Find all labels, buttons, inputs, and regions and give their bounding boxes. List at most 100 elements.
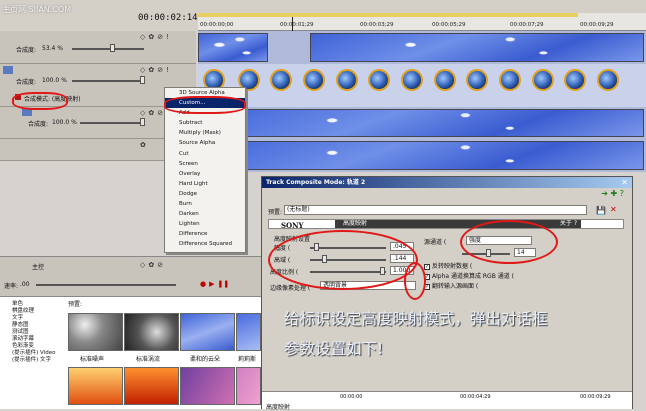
track-2-number (3, 66, 13, 74)
master-bus[interactable]: 主控 ◇ ✿ ⊘ 速率: .00 ● ▶ ❚❚ (0, 256, 261, 296)
fx-icon[interactable]: ✿ (148, 109, 154, 117)
preset-thumb-fire[interactable] (68, 367, 123, 405)
ruler-tick: 00:00:09;29 (580, 22, 614, 28)
menu-item-overlay[interactable]: Overlay (165, 169, 245, 179)
menu-item-screen[interactable]: Screen (165, 159, 245, 169)
generator-item[interactable]: (提示插件) 文字 (12, 357, 64, 364)
generator-item[interactable]: 单色 (12, 301, 64, 308)
video-clip[interactable] (198, 33, 268, 62)
solo-icon[interactable]: ! (166, 33, 169, 41)
preset-thumb-marble[interactable] (180, 367, 235, 405)
motion-icon[interactable]: ◇ (140, 33, 145, 41)
menu-item-lighten[interactable]: Lighten (165, 219, 245, 229)
record-icon[interactable]: ● (200, 280, 206, 288)
track-2-slider-knob[interactable] (140, 76, 145, 84)
fx-icon[interactable]: ✿ (148, 261, 154, 269)
motion-icon[interactable]: ◇ (140, 261, 145, 269)
menu-item-difference-squared[interactable]: Difference Squared (165, 239, 245, 249)
generator-item[interactable]: 静态图 (12, 322, 64, 329)
flip-checkbox-row[interactable]: ✓ 翻转输入源画面 ( (424, 281, 478, 290)
track-1-slider-knob[interactable] (110, 44, 115, 52)
menu-item-darken[interactable]: Darken (165, 209, 245, 219)
track-2-level-slider[interactable] (72, 80, 144, 82)
track-1-header[interactable]: ◇ ✿ ⊘! 合成度: 53.4 % (0, 31, 196, 64)
mute-icon[interactable]: ⊘ (157, 33, 163, 41)
keyframe-label: 高度映射 (266, 404, 291, 411)
delete-preset-icon[interactable]: ✕ (610, 205, 617, 214)
menu-item-burn[interactable]: Burn (165, 199, 245, 209)
track-1-lane[interactable] (198, 31, 646, 64)
track-3-level-value: 100.0 % (52, 119, 77, 126)
track-3-level-slider[interactable] (80, 122, 144, 124)
watermark: 主页网 SIIAN.COM (2, 5, 72, 14)
generator-list[interactable]: 单色 棋盘纹理 文字 静态图 测试图 滚动字幕 色彩渐变 (提示插件) Vide… (12, 301, 64, 364)
alpha-label: Alpha 通道换算成 RGB 通道 ( (432, 273, 514, 280)
highlight-composite-mode (12, 92, 68, 110)
preset-label: 预置: (268, 209, 283, 216)
save-preset-icon[interactable]: 💾 (596, 206, 606, 215)
speed-slider[interactable] (36, 284, 176, 286)
track-1-level-slider[interactable] (72, 48, 144, 50)
master-buttons[interactable]: ◇ ✿ ⊘ (140, 261, 163, 269)
preset-thumb-clouds[interactable] (180, 313, 235, 351)
menu-item-dodge[interactable]: Dodge (165, 189, 245, 199)
video-clip[interactable] (198, 141, 644, 170)
preset-thumb-flame[interactable] (124, 367, 179, 405)
preset-thumb-noise[interactable] (68, 313, 123, 351)
menu-item-hard-light[interactable]: Hard Light (165, 179, 245, 189)
invert-checkbox[interactable]: ✓ (424, 263, 430, 270)
track-composite-dialog[interactable]: Track Composite Mode: 轨道 2 ✕ ➔ ✚ ? 预置: (… (261, 176, 633, 411)
invert-checkbox-row[interactable]: ✓ 反转映射数据 ( (424, 261, 472, 270)
fx-icon[interactable]: ✿ (140, 141, 146, 149)
globe-thumbnail (499, 69, 521, 91)
generator-item[interactable]: (提示插件) Video (12, 350, 64, 357)
track-3-lane[interactable] (198, 107, 646, 139)
track-2-level-value: 100.0 % (42, 77, 67, 84)
keyframe-tick: 00:00:04:29 (460, 394, 491, 400)
keyframe-tick: 00:00:00 (340, 394, 363, 400)
motion-icon[interactable]: ◇ (140, 109, 145, 117)
preset-dropdown[interactable]: (无标题) (284, 205, 587, 215)
generator-item[interactable]: 文字 (12, 315, 64, 322)
preset-thumb-pink[interactable] (236, 367, 261, 405)
about-button[interactable]: 关于 ? (560, 220, 577, 228)
preset-thumb-partial[interactable] (236, 313, 261, 351)
fx-icon[interactable]: ✿ (148, 66, 154, 74)
play-icon[interactable]: ▶ (209, 280, 214, 288)
generator-item[interactable]: 棋盘纹理 (12, 308, 64, 315)
transport-buttons[interactable]: ● ▶ ❚❚ (200, 280, 229, 288)
alpha-checkbox-row[interactable]: ✓ Alpha 通道换算成 RGB 通道 ( (424, 271, 514, 280)
track-2-buttons[interactable]: ◇ ✿ ⊘! (140, 66, 169, 74)
track-1-buttons[interactable]: ◇ ✿ ⊘! (140, 33, 169, 41)
pause-icon[interactable]: ❚❚ (218, 280, 230, 288)
generator-item[interactable]: 色彩渐变 (12, 343, 64, 350)
preset-thumb-swirl[interactable] (124, 313, 179, 351)
menu-item-source-alpha[interactable]: Source Alpha (165, 138, 245, 148)
menu-item-cut[interactable]: Cut (165, 149, 245, 159)
solo-icon[interactable]: ! (166, 66, 169, 74)
track-3-slider-knob[interactable] (140, 118, 145, 126)
mute-icon[interactable]: ⊘ (157, 66, 163, 74)
generator-item[interactable]: 滚动字幕 (12, 336, 64, 343)
fx-icon[interactable]: ✿ (148, 33, 154, 41)
mute-icon[interactable]: ⊘ (157, 109, 163, 117)
track-4-lane[interactable] (198, 139, 646, 172)
dialog-toolbar[interactable]: ➔ ✚ ? (601, 189, 624, 198)
motion-icon[interactable]: ◇ (140, 66, 145, 74)
generator-item[interactable]: 测试图 (12, 329, 64, 336)
video-clip[interactable] (198, 109, 644, 137)
mute-icon[interactable]: ⊘ (157, 261, 163, 269)
track-2-level-label: 合成度: (16, 79, 37, 86)
timeline-ruler[interactable]: 00:00:00;00 00:00:01;29 00:00:03;29 00:0… (198, 13, 646, 31)
video-clip[interactable] (310, 33, 644, 62)
loop-bar[interactable] (198, 13, 578, 17)
track-4-buttons[interactable]: ✿ (140, 141, 146, 149)
track-2-lane[interactable] (198, 64, 646, 107)
menu-item-difference[interactable]: Difference (165, 229, 245, 239)
keyframe-area[interactable]: 高度映射 00:00:00 00:00:04:29 00:00:09:29 (262, 391, 632, 411)
globe-thumbnail (368, 69, 390, 91)
menu-item-subtract[interactable]: Subtract (165, 118, 245, 128)
globe-thumbnail (597, 69, 619, 91)
dialog-close-icon[interactable]: ✕ (621, 178, 628, 187)
menu-item-multiply[interactable]: Multiply (Mask) (165, 128, 245, 138)
